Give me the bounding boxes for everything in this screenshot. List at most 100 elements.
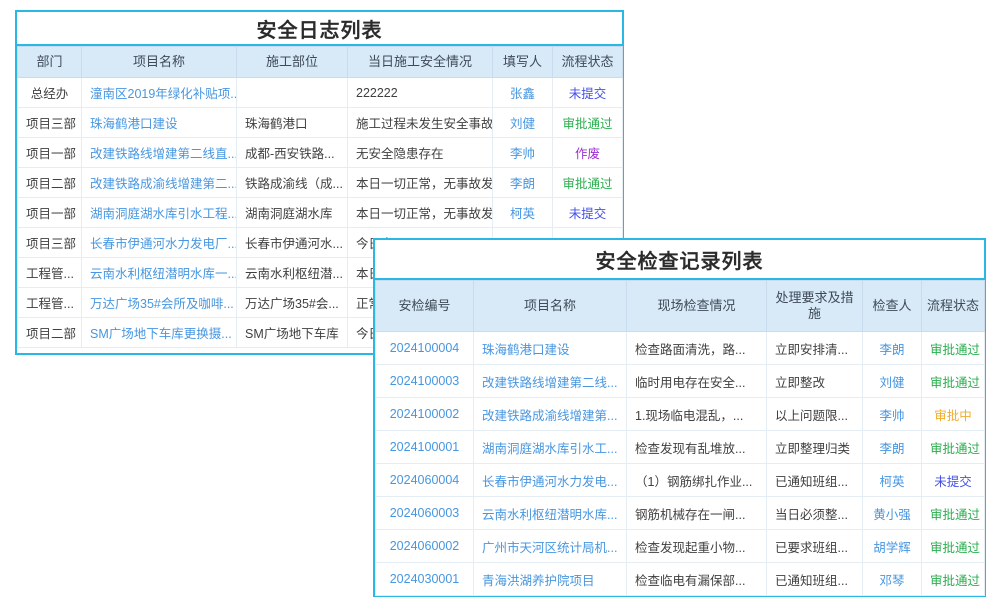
cell-status: 审批通过 [922,332,985,365]
cell-checker[interactable]: 李朗 [863,332,922,365]
cell-writer[interactable]: 柯英 [493,198,553,228]
cell-project[interactable]: 青海洪湖养护院项目 [474,563,627,596]
column-header-status: 流程状态 [922,281,985,332]
cell-project[interactable]: 长春市伊通河水力发电... [474,464,627,497]
cell-location: SM广场地下车库 [237,318,348,348]
cell-writer[interactable]: 刘健 [493,108,553,138]
cell-check-no[interactable]: 2024100002 [376,398,474,431]
cell-checker[interactable]: 李帅 [863,398,922,431]
cell-project[interactable]: 潼南区2019年绿化补贴项... [82,78,237,108]
cell-check-no[interactable]: 2024060004 [376,464,474,497]
cell-dept: 项目三部 [18,228,82,258]
cell-project[interactable]: 长春市伊通河水力发电厂... [82,228,237,258]
cell-measures: 已通知班组... [767,464,863,497]
column-header-status: 流程状态 [553,47,623,78]
cell-location: 成都-西安铁路... [237,138,348,168]
cell-status: 未提交 [553,78,623,108]
column-header-project: 项目名称 [82,47,237,78]
cell-project[interactable]: 广州市天河区统计局机... [474,530,627,563]
table-row: 项目一部改建铁路线增建第二线直...成都-西安铁路...无安全隐患存在李帅作废 [18,138,623,168]
cell-daily: 本日一切正常，无事故发... [348,168,493,198]
cell-dept: 工程管... [18,288,82,318]
cell-check-no[interactable]: 2024060002 [376,530,474,563]
cell-checker[interactable]: 刘健 [863,365,922,398]
cell-dept: 项目一部 [18,138,82,168]
cell-findings: 临时用电存在安全... [627,365,767,398]
cell-status: 审批通过 [553,168,623,198]
cell-check-no[interactable]: 2024060003 [376,497,474,530]
column-header-daily: 当日施工安全情况 [348,47,493,78]
table-row: 2024100003改建铁路线增建第二线...临时用电存在安全...立即整改刘健… [376,365,985,398]
table-row: 项目一部湖南洞庭湖水库引水工程...湖南洞庭湖水库本日一切正常，无事故发...柯… [18,198,623,228]
cell-measures: 当日必须整... [767,497,863,530]
column-header-measures: 处理要求及措施 [767,281,863,332]
cell-check-no[interactable]: 2024100004 [376,332,474,365]
cell-measures: 已要求班组... [767,530,863,563]
cell-findings: 1.现场临电混乱，... [627,398,767,431]
table-row: 2024100002改建铁路成渝线增建第...1.现场临电混乱，...以上问题限… [376,398,985,431]
cell-project[interactable]: 改建铁路成渝线增建第二... [82,168,237,198]
cell-checker[interactable]: 黄小强 [863,497,922,530]
table-row: 总经办潼南区2019年绿化补贴项...222222张鑫未提交 [18,78,623,108]
cell-check-no[interactable]: 2024100003 [376,365,474,398]
safety-log-title: 安全日志列表 [17,12,622,46]
cell-findings: （1）钢筋绑扎作业... [627,464,767,497]
cell-dept: 总经办 [18,78,82,108]
cell-status: 审批中 [922,398,985,431]
cell-findings: 检查发现有乱堆放... [627,431,767,464]
cell-dept: 工程管... [18,258,82,288]
header-row: 安检编号项目名称现场检查情况处理要求及措施检查人流程状态 [376,281,985,332]
column-header-dept: 部门 [18,47,82,78]
table-row: 项目三部珠海鹤港口建设珠海鹤港口施工过程未发生安全事故...刘健审批通过 [18,108,623,138]
cell-dept: 项目二部 [18,318,82,348]
cell-project[interactable]: 改建铁路成渝线增建第... [474,398,627,431]
cell-location: 云南水利枢纽潜... [237,258,348,288]
cell-project[interactable]: 云南水利枢纽潜明水库... [474,497,627,530]
cell-project[interactable]: 改建铁路线增建第二线直... [82,138,237,168]
cell-dept: 项目二部 [18,168,82,198]
column-header-project: 项目名称 [474,281,627,332]
cell-checker[interactable]: 柯英 [863,464,922,497]
cell-findings: 检查临电有漏保部... [627,563,767,596]
table-row: 2024100001湖南洞庭湖水库引水工...检查发现有乱堆放...立即整理归类… [376,431,985,464]
cell-writer[interactable]: 张鑫 [493,78,553,108]
cell-measures: 立即安排清... [767,332,863,365]
cell-checker[interactable]: 胡学辉 [863,530,922,563]
column-header-checker: 检查人 [863,281,922,332]
cell-checker[interactable]: 李朗 [863,431,922,464]
table-row: 项目二部改建铁路成渝线增建第二...铁路成渝线（成...本日一切正常，无事故发.… [18,168,623,198]
cell-project[interactable]: 湖南洞庭湖水库引水工程... [82,198,237,228]
cell-status: 未提交 [922,464,985,497]
column-header-writer: 填写人 [493,47,553,78]
cell-project[interactable]: 珠海鹤港口建设 [474,332,627,365]
cell-location: 长春市伊通河水... [237,228,348,258]
cell-status: 审批通过 [922,497,985,530]
cell-project[interactable]: 珠海鹤港口建设 [82,108,237,138]
cell-measures: 立即整改 [767,365,863,398]
cell-checker[interactable]: 邓琴 [863,563,922,596]
cell-project[interactable]: 湖南洞庭湖水库引水工... [474,431,627,464]
table-row: 2024060004长春市伊通河水力发电...（1）钢筋绑扎作业...已通知班组… [376,464,985,497]
cell-findings: 检查路面清洗，路... [627,332,767,365]
cell-project[interactable]: 改建铁路线增建第二线... [474,365,627,398]
cell-status: 审批通过 [553,108,623,138]
cell-daily: 本日一切正常，无事故发... [348,198,493,228]
cell-project[interactable]: 云南水利枢纽潜明水库一... [82,258,237,288]
cell-location: 万达广场35#会... [237,288,348,318]
table-row: 2024100004珠海鹤港口建设检查路面清洗，路...立即安排清...李朗审批… [376,332,985,365]
cell-measures: 以上问题限... [767,398,863,431]
cell-writer[interactable]: 李朗 [493,168,553,198]
cell-location: 湖南洞庭湖水库 [237,198,348,228]
cell-daily: 施工过程未发生安全事故... [348,108,493,138]
cell-daily: 无安全隐患存在 [348,138,493,168]
cell-project[interactable]: 万达广场35#会所及咖啡... [82,288,237,318]
header-row: 部门项目名称施工部位当日施工安全情况填写人流程状态 [18,47,623,78]
cell-status: 审批通过 [922,563,985,596]
column-header-findings: 现场检查情况 [627,281,767,332]
cell-writer[interactable]: 李帅 [493,138,553,168]
cell-check-no[interactable]: 2024100001 [376,431,474,464]
cell-project[interactable]: SM广场地下车库更换摄... [82,318,237,348]
cell-check-no[interactable]: 2024030001 [376,563,474,596]
cell-findings: 钢筋机械存在一闸... [627,497,767,530]
table-row: 2024030001青海洪湖养护院项目检查临电有漏保部...已通知班组...邓琴… [376,563,985,596]
